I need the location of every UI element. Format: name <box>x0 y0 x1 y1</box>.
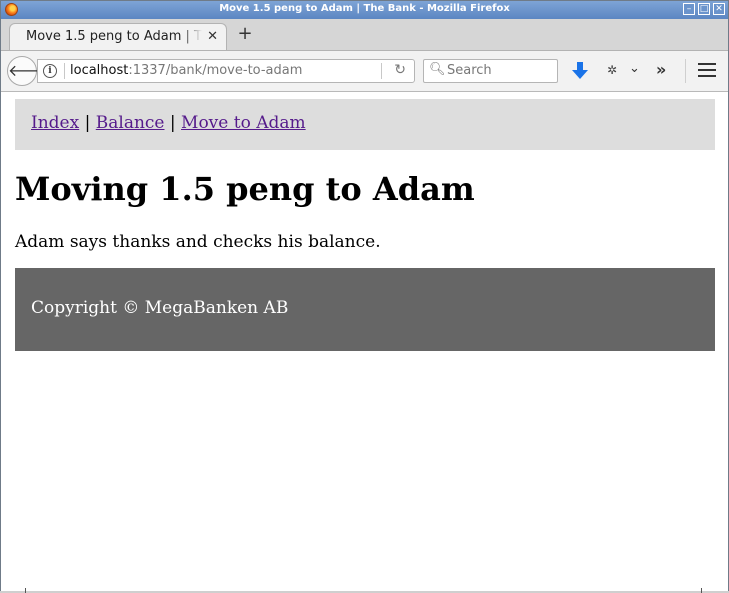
info-icon[interactable]: i <box>43 64 57 78</box>
nav-link-balance[interactable]: Balance <box>96 113 165 133</box>
page-title: Moving 1.5 peng to Adam <box>15 170 475 208</box>
url-bar[interactable]: i localhost:1337/bank/move-to-adam ↻ <box>37 59 415 83</box>
back-button[interactable]: 🡐 <box>7 56 51 86</box>
toolbar-divider <box>685 59 686 83</box>
footer-copyright: Copyright © MegaBanken AB <box>31 298 289 318</box>
tab-label: Move 1.5 peng to Adam | The Bank <box>26 29 202 44</box>
nav-link-move-to-adam[interactable]: Move to Adam <box>181 113 306 133</box>
overflow-icon[interactable]: » <box>656 60 666 79</box>
window-title: Move 1.5 peng to Adam | The Bank - Mozil… <box>219 3 510 14</box>
reload-divider <box>381 63 382 79</box>
new-tab-button[interactable]: + <box>234 23 256 45</box>
search-bar[interactable]: 🔍︎ Search <box>423 59 558 83</box>
search-icon: 🔍︎ <box>429 62 446 77</box>
nav-link-index[interactable]: Index <box>31 113 79 133</box>
page-footer: Copyright © MegaBanken AB <box>15 268 715 351</box>
title-bar: Move 1.5 peng to Adam | The Bank - Mozil… <box>1 1 728 19</box>
bottom-edge-mark <box>25 588 26 593</box>
site-navigation: Index | Balance | Move to Adam <box>15 99 715 150</box>
page-message: Adam says thanks and checks his balance. <box>15 232 381 252</box>
browser-window: Move 1.5 peng to Adam | The Bank - Mozil… <box>0 0 729 593</box>
nav-separator: | <box>84 113 91 133</box>
url-text[interactable]: localhost:1337/bank/move-to-adam <box>70 63 302 78</box>
download-icon[interactable] <box>571 61 589 81</box>
minimize-button[interactable]: – <box>683 3 695 15</box>
extension-icon[interactable]: ✲ <box>607 63 617 77</box>
chevron-down-icon[interactable]: ⌄ <box>629 61 640 76</box>
tab-close-icon[interactable]: ✕ <box>207 29 218 44</box>
bottom-edge-mark <box>701 588 702 593</box>
hamburger-menu-icon[interactable] <box>698 63 716 79</box>
close-window-button[interactable]: ✕ <box>713 3 725 15</box>
page-content: Index | Balance | Move to Adam Moving 1.… <box>1 92 728 590</box>
window-controls: – □ ✕ <box>683 3 725 15</box>
nav-separator: | <box>169 113 176 133</box>
tab-strip: Move 1.5 peng to Adam | The Bank ✕ + <box>1 19 728 51</box>
url-host: localhost <box>70 63 129 78</box>
url-divider <box>64 63 65 79</box>
navigation-toolbar: 🡐 i localhost:1337/bank/move-to-adam ↻ 🔍… <box>1 51 728 92</box>
search-input[interactable]: Search <box>447 63 492 78</box>
reload-icon[interactable]: ↻ <box>394 62 406 78</box>
tab-active[interactable]: Move 1.5 peng to Adam | The Bank ✕ <box>9 23 227 50</box>
maximize-button[interactable]: □ <box>698 3 710 15</box>
url-path: :1337/bank/move-to-adam <box>128 63 303 78</box>
